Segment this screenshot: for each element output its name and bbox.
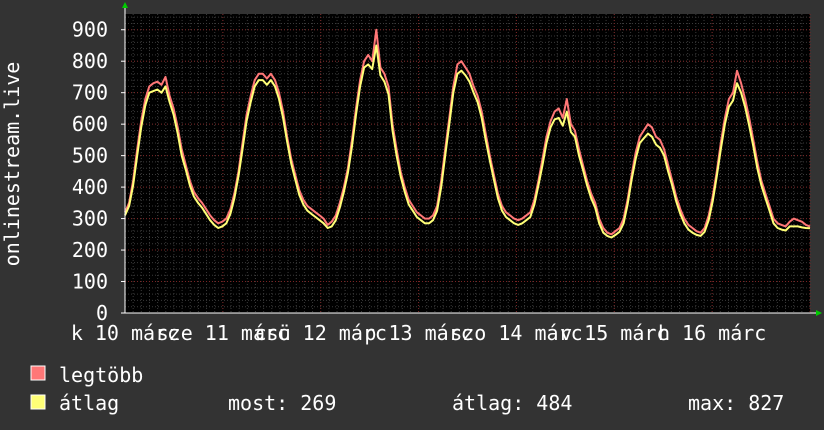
y-tick-label: 800 — [72, 49, 108, 73]
y-axis-label: onlinestream.live — [0, 62, 24, 267]
chart: 0100200300400500600700800900 k 10 márcsz… — [0, 0, 824, 430]
stat-max: max: 827 — [688, 391, 784, 415]
y-tick-label: 500 — [72, 144, 108, 168]
y-tick-label: 700 — [72, 81, 108, 105]
y-tick-label: 100 — [72, 270, 108, 294]
stat-now: most: 269 — [228, 391, 336, 415]
y-tick-label: 600 — [72, 112, 108, 136]
legend-label-max: legtöbb — [59, 363, 143, 387]
y-tick-label: 900 — [72, 18, 108, 42]
x-tick-label: v 15 márc — [560, 321, 668, 345]
plot-area — [125, 14, 810, 313]
x-tick-labels: k 10 márcsze 11 márccsü 12 márcp 13 márc… — [71, 321, 767, 345]
x-tick-label: h 16 márc — [658, 321, 766, 345]
y-tick-label: 200 — [72, 238, 108, 262]
legend-swatch-max — [30, 365, 46, 381]
y-tick-label: 300 — [72, 207, 108, 231]
y-tick-label: 400 — [72, 175, 108, 199]
legend-label-avg: átlag — [59, 391, 119, 415]
legend-swatch-avg — [30, 394, 46, 410]
stat-average: átlag: 484 — [452, 391, 572, 415]
